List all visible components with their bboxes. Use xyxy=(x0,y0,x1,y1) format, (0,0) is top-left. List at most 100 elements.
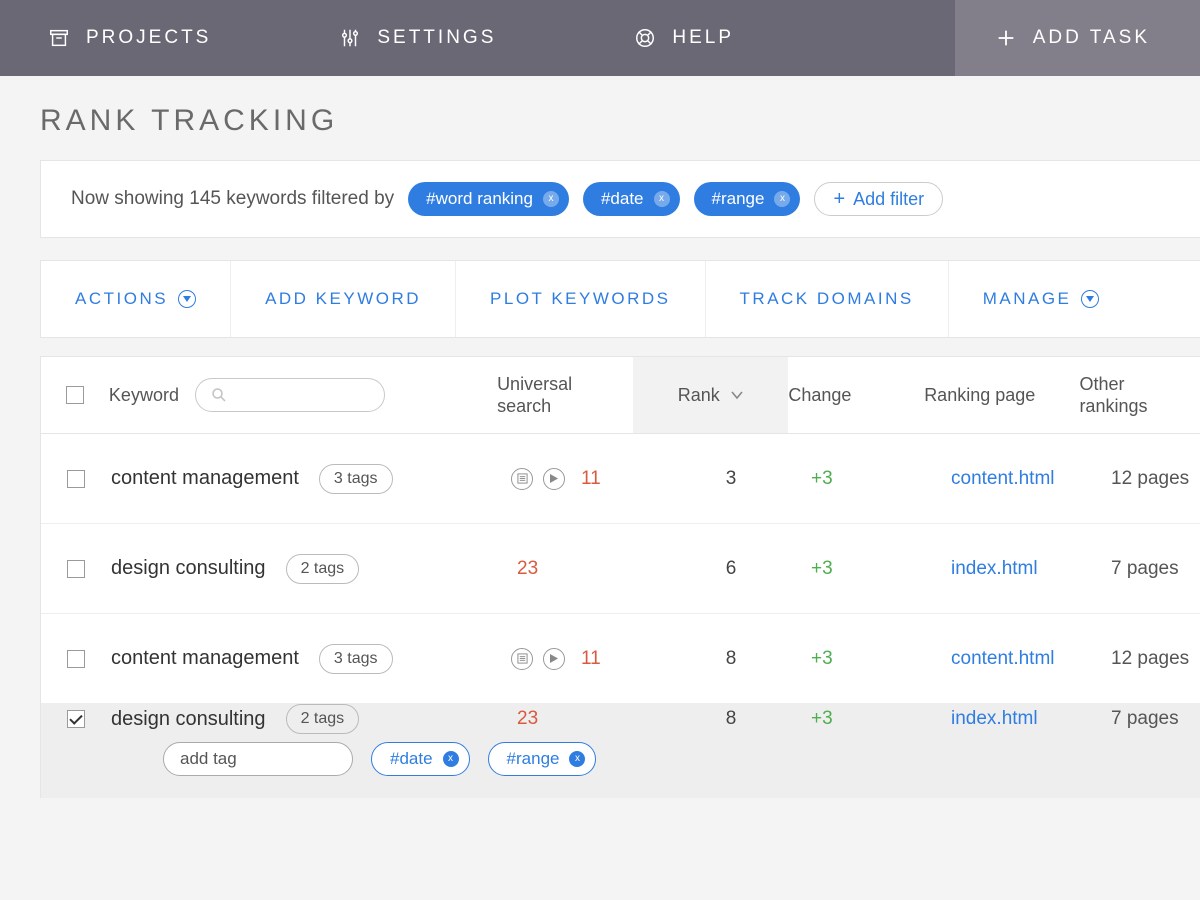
table-header: Keyword Universal search Rank Change Ran… xyxy=(40,356,1200,434)
plot-keywords-label: PLOT KEYWORDS xyxy=(490,289,671,309)
keyword-table: Keyword Universal search Rank Change Ran… xyxy=(40,356,1200,798)
nav-projects-label: PROJECTS xyxy=(86,27,211,49)
other-rankings-value: 12 pages xyxy=(1111,468,1189,489)
sliders-icon xyxy=(339,27,361,49)
change-value: +3 xyxy=(811,648,833,669)
add-keyword-label: ADD KEYWORD xyxy=(265,289,421,309)
plus-icon: + xyxy=(833,189,845,209)
rank-value: 3 xyxy=(726,468,737,489)
remove-icon[interactable]: x xyxy=(443,751,459,767)
table-row[interactable]: content management 3 tags 11 8 +3 content.htm… xyxy=(41,614,1200,704)
nav-add-task-label: ADD TASK xyxy=(1033,27,1150,49)
filter-chip-label: #word ranking xyxy=(426,189,533,209)
table-row[interactable]: design consulting 2 tags 23 6 +3 index.html 7 … xyxy=(41,524,1200,614)
col-rank-sort[interactable]: Rank xyxy=(633,357,788,433)
remove-icon[interactable]: x xyxy=(654,191,670,207)
archive-icon xyxy=(48,27,70,49)
play-icon xyxy=(543,468,565,490)
col-rank-label: Rank xyxy=(678,385,720,406)
action-toolbar: ACTIONS ADD KEYWORD PLOT KEYWORDS TRACK … xyxy=(40,260,1200,338)
table-row[interactable]: content management 3 tags 11 3 +3 content.htm… xyxy=(41,434,1200,524)
change-value: +3 xyxy=(811,468,833,489)
search-icon xyxy=(210,386,228,404)
row-tag-chip[interactable]: #range x xyxy=(488,742,597,776)
plus-icon xyxy=(995,27,1017,49)
tag-count-pill[interactable]: 3 tags xyxy=(319,464,393,494)
row-tag-chip[interactable]: #date x xyxy=(371,742,470,776)
manage-menu[interactable]: MANAGE xyxy=(949,261,1134,337)
ranking-page-link[interactable]: content.html xyxy=(951,468,1055,489)
tag-count-pill[interactable]: 2 tags xyxy=(286,704,360,734)
change-value: +3 xyxy=(811,708,833,729)
row-checkbox[interactable] xyxy=(67,650,85,668)
chevron-down-icon xyxy=(178,290,196,308)
change-value: +3 xyxy=(811,558,833,579)
rank-value: 8 xyxy=(726,708,737,729)
keyword-text: content management xyxy=(111,467,299,490)
row-checkbox[interactable] xyxy=(67,560,85,578)
other-rankings-value: 7 pages xyxy=(1111,558,1179,579)
actions-menu[interactable]: ACTIONS xyxy=(41,261,231,337)
tag-count-pill[interactable]: 2 tags xyxy=(286,554,360,584)
keyword-text: design consulting xyxy=(111,708,266,731)
remove-icon[interactable]: x xyxy=(543,191,559,207)
universal-count: 23 xyxy=(517,708,538,730)
chevron-down-icon xyxy=(730,390,744,400)
select-all-checkbox[interactable] xyxy=(66,386,84,404)
nav-projects[interactable]: PROJECTS xyxy=(0,0,239,76)
plot-keywords-button[interactable]: PLOT KEYWORDS xyxy=(456,261,706,337)
nav-settings[interactable]: SETTINGS xyxy=(239,0,524,76)
col-universal-label: Universal search xyxy=(497,373,633,418)
add-filter-label: Add filter xyxy=(853,189,924,210)
keyword-search-input[interactable] xyxy=(195,378,385,412)
filter-chip[interactable]: #range x xyxy=(694,182,801,216)
rank-value: 6 xyxy=(726,558,737,579)
col-change-label: Change xyxy=(788,385,924,406)
manage-label: MANAGE xyxy=(983,289,1072,309)
top-nav: PROJECTS SETTINGS HELP ADD TASK xyxy=(0,0,1200,76)
remove-icon[interactable]: x xyxy=(569,751,585,767)
col-ranking-page-label: Ranking page xyxy=(924,384,1079,407)
nav-add-task[interactable]: ADD TASK xyxy=(955,0,1200,76)
row-checkbox[interactable] xyxy=(67,710,85,728)
news-icon xyxy=(511,648,533,670)
row-tag-chip-label: #date xyxy=(390,749,433,769)
chevron-down-icon xyxy=(1081,290,1099,308)
remove-icon[interactable]: x xyxy=(774,191,790,207)
filter-lead-text: Now showing 145 keywords filtered by xyxy=(71,188,394,210)
universal-count: 23 xyxy=(517,558,538,580)
universal-count: 11 xyxy=(581,468,601,490)
other-rankings-value: 7 pages xyxy=(1111,708,1179,729)
nav-help[interactable]: HELP xyxy=(524,0,762,76)
actions-label: ACTIONS xyxy=(75,289,168,309)
universal-count: 11 xyxy=(581,648,601,670)
row-tag-chip-label: #range xyxy=(507,749,560,769)
page-title: RANK TRACKING xyxy=(40,104,1200,138)
lifebuoy-icon xyxy=(634,27,656,49)
track-domains-label: TRACK DOMAINS xyxy=(740,289,914,309)
play-icon xyxy=(543,648,565,670)
filter-chip[interactable]: #date x xyxy=(583,182,680,216)
keyword-text: design consulting xyxy=(111,557,266,580)
nav-settings-label: SETTINGS xyxy=(377,27,496,49)
row-checkbox[interactable] xyxy=(67,470,85,488)
nav-help-label: HELP xyxy=(672,27,734,49)
table-row[interactable]: design consulting 2 tags 23 8 +3 index.html 7 … xyxy=(41,704,1200,798)
add-filter-button[interactable]: + Add filter xyxy=(814,182,943,216)
filter-chip[interactable]: #word ranking x xyxy=(408,182,569,216)
ranking-page-link[interactable]: content.html xyxy=(951,648,1055,669)
col-other-label: Other rankings xyxy=(1079,373,1200,418)
filter-bar: Now showing 145 keywords filtered by #wo… xyxy=(40,160,1200,238)
ranking-page-link[interactable]: index.html xyxy=(951,708,1038,729)
news-icon xyxy=(511,468,533,490)
add-keyword-button[interactable]: ADD KEYWORD xyxy=(231,261,456,337)
rank-value: 8 xyxy=(726,648,737,669)
filter-chip-label: #date xyxy=(601,189,644,209)
other-rankings-value: 12 pages xyxy=(1111,648,1189,669)
track-domains-button[interactable]: TRACK DOMAINS xyxy=(706,261,949,337)
keyword-text: content management xyxy=(111,647,299,670)
ranking-page-link[interactable]: index.html xyxy=(951,558,1038,579)
add-tag-input[interactable]: add tag xyxy=(163,742,353,776)
filter-chip-label: #range xyxy=(712,189,765,209)
tag-count-pill[interactable]: 3 tags xyxy=(319,644,393,674)
